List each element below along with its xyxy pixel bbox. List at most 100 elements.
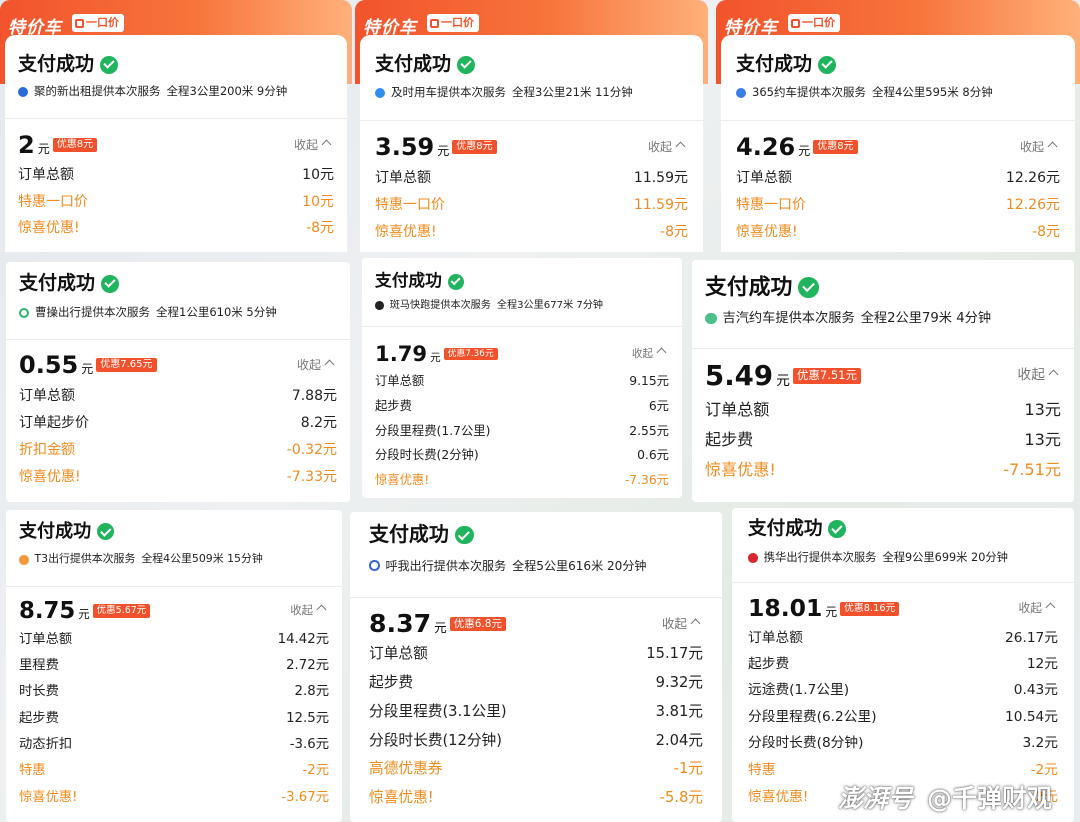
- paid-amount-value: 0.55: [19, 351, 79, 379]
- card-title: 支付成功: [369, 521, 474, 546]
- fee-label: 里程费: [19, 658, 59, 674]
- provider-name: 呼我出行提供本次服务: [385, 558, 507, 573]
- paid-amount-value: 18.01: [748, 594, 823, 623]
- fee-value: 9.32元: [655, 673, 703, 691]
- fee-label: 分段里程费(3.1公里): [369, 702, 507, 720]
- fee-label: 特惠一口价: [736, 197, 806, 213]
- fee-row: 起步费 9.32元: [369, 673, 703, 693]
- collapse-label: 收起: [1017, 367, 1045, 384]
- collapse-button[interactable]: 收起: [647, 140, 686, 154]
- watermark-brand: 澎湃号: [838, 784, 914, 813]
- card-title: 支付成功: [19, 274, 120, 293]
- price-tag: 一口价: [788, 14, 840, 32]
- collapse-button[interactable]: 收起: [632, 347, 667, 360]
- fee-value: -2元: [302, 763, 329, 779]
- currency-unit: 元: [37, 142, 50, 156]
- payment-card: 支付成功 携华出行提供本次服务 全程9公里699米 20分钟 18.01 元优惠8.16…: [732, 508, 1074, 822]
- payment-card: 特价车 一口价 支付成功 365约车提供本次服务 全程4公里595米 8分钟 4.26 元优…: [716, 0, 1080, 252]
- collapse-button[interactable]: 收起: [1017, 367, 1059, 384]
- paid-amount: 0.55 元优惠7.65元: [19, 353, 157, 377]
- chevron-up-icon: [690, 618, 701, 629]
- fee-value: 15.17元: [646, 644, 703, 662]
- currency-unit: 元: [81, 362, 94, 376]
- paid-amount-value: 8.37: [369, 609, 432, 639]
- fee-value: 12.26元: [1005, 197, 1060, 213]
- paid-amount: 4.26 元优惠8元: [736, 135, 858, 159]
- discount-badge: 优惠8元: [813, 140, 858, 154]
- fee-value: -5.8元: [659, 788, 703, 806]
- card-title: 支付成功: [748, 518, 847, 540]
- blue-pill-icon: [18, 86, 28, 97]
- currency-unit: 元: [437, 144, 450, 158]
- provider-name: 携华出行提供本次服务: [763, 551, 877, 565]
- fee-label: 惊喜优惠!: [736, 224, 798, 240]
- success-check-icon: [101, 274, 120, 293]
- provider-name: 吉汽约车提供本次服务: [722, 311, 855, 327]
- fee-label: 订单总额: [375, 170, 431, 186]
- collapse-button[interactable]: 收起: [662, 617, 701, 631]
- fee-label: 惊喜优惠!: [19, 469, 81, 485]
- collapse-button[interactable]: 收起: [290, 605, 327, 616]
- collapse-button[interactable]: 收起: [297, 359, 335, 371]
- paid-amount-value: 4.26: [736, 133, 796, 161]
- fee-value: 10元: [302, 194, 334, 210]
- discount-badge: 优惠7.51元: [792, 368, 861, 384]
- fee-row: 惊喜优惠! -3.67元: [19, 791, 329, 806]
- watermark-author: @千弹财观: [927, 784, 1053, 813]
- card-title: 支付成功: [19, 522, 115, 541]
- fee-label: 高德优惠券: [369, 759, 443, 777]
- fee-label: 惊喜优惠!: [748, 789, 809, 806]
- fee-label: 惊喜优惠!: [369, 788, 434, 806]
- fee-value: -8元: [306, 220, 334, 236]
- title-text: 支付成功: [18, 53, 95, 75]
- section-divider: [6, 339, 350, 340]
- payment-card: 支付成功 呼我出行提供本次服务 全程5公里616米 20分钟 8.37 元优惠6.8元 收…: [350, 512, 722, 822]
- fee-label: 时长费: [19, 684, 59, 700]
- black-circle-icon: [375, 301, 384, 311]
- fee-label: 订单总额: [19, 632, 73, 648]
- price-tag-label: 一口价: [441, 16, 474, 29]
- section-divider: [692, 348, 1074, 349]
- provider-line: 呼我出行提供本次服务 全程5公里616米 20分钟: [369, 560, 646, 572]
- currency-unit: 元: [430, 352, 441, 365]
- trip-summary: 全程4公里595米 8分钟: [871, 85, 993, 99]
- success-check-icon: [100, 55, 119, 74]
- trip-summary: 全程3公里677米 7分钟: [496, 299, 604, 311]
- fee-label: 特惠一口价: [18, 194, 88, 210]
- paid-amount-value: 2: [18, 131, 35, 159]
- card-title: 支付成功: [375, 55, 476, 74]
- discount-badge: 优惠8元: [452, 140, 497, 154]
- collapse-button[interactable]: 收起: [1019, 140, 1058, 154]
- title-text: 支付成功: [748, 518, 823, 540]
- payment-card: 支付成功 斑马快跑提供本次服务 全程3公里677米 7分钟 1.79 元优惠7.36元 收…: [362, 258, 682, 498]
- collapse-button[interactable]: 收起: [1019, 602, 1056, 615]
- fee-value: -1元: [673, 759, 703, 777]
- title-text: 支付成功: [369, 521, 449, 546]
- fee-value: 6元: [648, 398, 669, 413]
- discount-badge: 优惠7.36元: [443, 347, 498, 361]
- collapse-label: 收起: [293, 138, 318, 152]
- fee-label: 惊喜优惠!: [705, 459, 776, 479]
- fee-row: 订单总额 12.26元: [736, 171, 1060, 187]
- fee-row: 订单起步价 8.2元: [19, 416, 337, 432]
- fee-row: 惊喜优惠! -8元: [375, 225, 688, 241]
- fee-row: 动态折扣 -3.6元: [19, 738, 329, 753]
- fee-value: 12.5元: [286, 711, 329, 727]
- section-divider: [0, 118, 352, 119]
- provider-line: 斑马快跑提供本次服务 全程3公里677米 7分钟: [375, 299, 604, 311]
- success-check-icon: [798, 277, 820, 298]
- fee-value: 2.8元: [294, 684, 329, 700]
- title-text: 支付成功: [736, 53, 813, 75]
- payment-collage: 特价车 一口价 支付成功 聚的新出租提供本次服务 全程3公里200米 9分钟 2 元优惠8元…: [0, 0, 1080, 822]
- collapse-label: 收起: [1019, 140, 1044, 154]
- collapse-button[interactable]: 收起: [293, 138, 332, 152]
- fee-label: 分段里程费(1.7公里): [375, 423, 491, 438]
- collapse-label: 收起: [647, 140, 672, 154]
- fee-row: 分段里程费(1.7公里) 2.55元: [375, 425, 669, 439]
- paid-amount: 1.79 元优惠7.36元: [375, 343, 498, 365]
- fee-label: 惊喜优惠!: [375, 472, 430, 487]
- fee-label: 订单起步价: [19, 415, 89, 431]
- fee-value: -3.6元: [289, 737, 329, 753]
- section-divider: [362, 326, 682, 327]
- fee-value: 13元: [1024, 429, 1061, 449]
